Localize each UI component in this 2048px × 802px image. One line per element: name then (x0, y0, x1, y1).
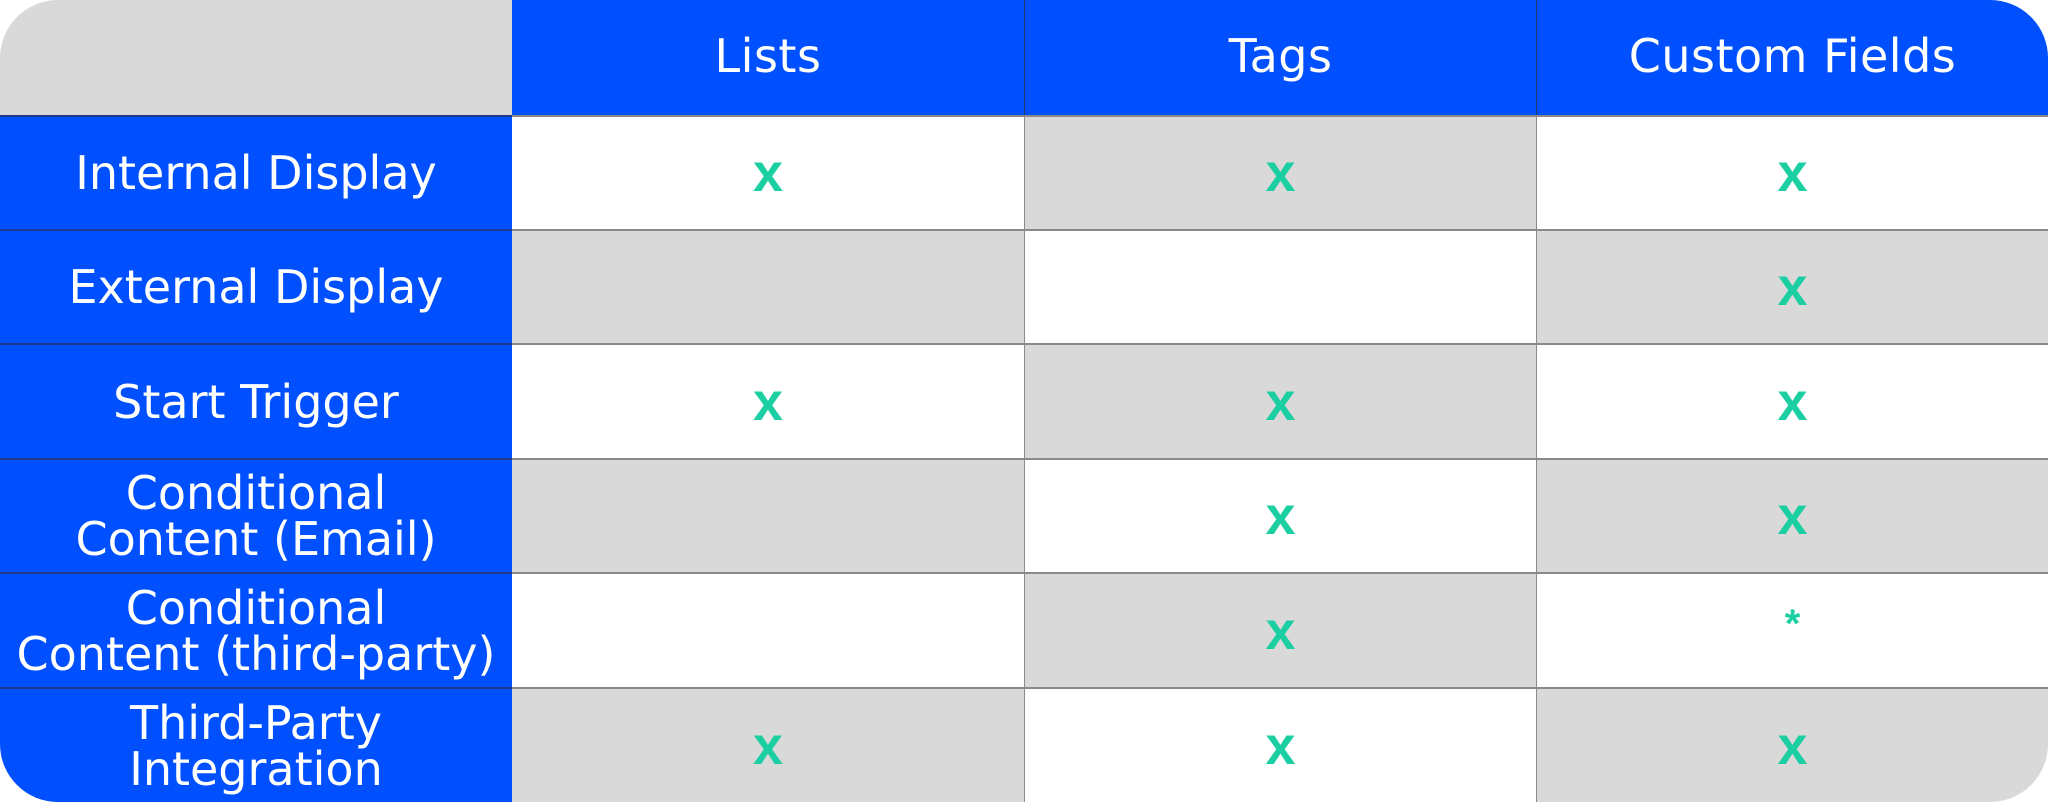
table-cell-custom-fields: x (1536, 115, 2048, 229)
column-header-tags: Tags (1024, 0, 1536, 115)
check-x-mark: x (1777, 143, 1808, 203)
check-x-mark: x (1777, 486, 1808, 546)
asterisk-mark: * (1784, 601, 1801, 646)
check-x-mark: x (1265, 600, 1296, 661)
table-cell-tags: x (1024, 343, 1536, 458)
check-x-mark: x (1265, 715, 1296, 776)
table-cell-custom-fields: x (1536, 458, 2048, 572)
table-cell-tags: x (1024, 687, 1536, 802)
table-cell-custom-fields: * (1536, 572, 2048, 687)
feature-comparison-table: Lists Tags Custom Fields Internal Displa… (0, 0, 2048, 802)
check-x-mark: x (752, 371, 784, 432)
table-cell-lists (512, 572, 1024, 687)
table-cell-lists (512, 229, 1024, 343)
row-header: Third-Party Integration (0, 687, 512, 802)
row-header: Start Trigger (0, 343, 512, 458)
check-x-mark: x (752, 715, 784, 776)
row-header: Conditional Content (Email) (0, 458, 512, 572)
table-cell-lists (512, 458, 1024, 572)
check-x-mark: x (1265, 371, 1296, 432)
check-x-mark: x (1265, 486, 1296, 546)
check-x-mark: x (1777, 371, 1808, 432)
row-header: Conditional Content (third-party) (0, 572, 512, 687)
check-x-mark: x (752, 143, 784, 203)
check-x-mark: x (1777, 257, 1808, 317)
table-cell-custom-fields: x (1536, 343, 2048, 458)
table-cell-tags: x (1024, 115, 1536, 229)
table-cell-tags: x (1024, 458, 1536, 572)
table-corner (0, 0, 512, 115)
table-cell-tags (1024, 229, 1536, 343)
table-cell-tags: x (1024, 572, 1536, 687)
table-cell-custom-fields: x (1536, 229, 2048, 343)
column-header-custom-fields: Custom Fields (1536, 0, 2048, 115)
table-cell-lists: x (512, 115, 1024, 229)
table-cell-lists: x (512, 343, 1024, 458)
table-cell-custom-fields: x (1536, 687, 2048, 802)
row-header: Internal Display (0, 115, 512, 229)
row-header: External Display (0, 229, 512, 343)
table-cell-lists: x (512, 687, 1024, 802)
check-x-mark: x (1777, 715, 1808, 776)
column-header-lists: Lists (512, 0, 1024, 115)
check-x-mark: x (1265, 143, 1296, 203)
